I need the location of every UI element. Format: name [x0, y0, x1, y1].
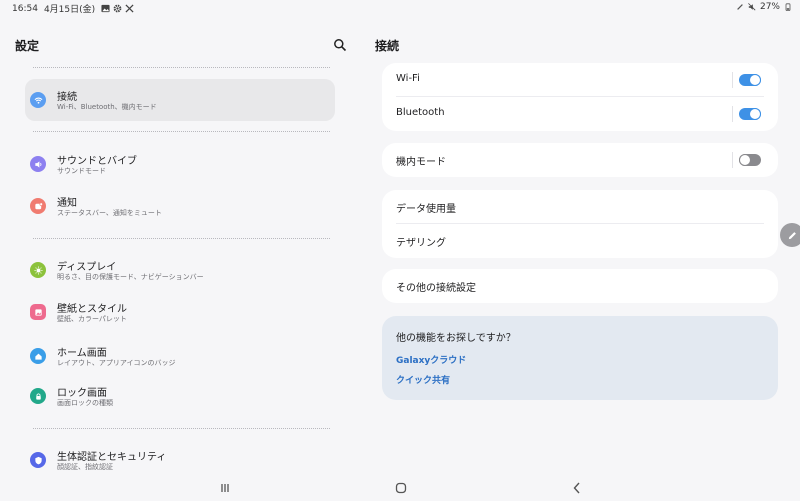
item-label: ディスプレイ — [57, 262, 117, 273]
airplane-row[interactable]: 機内モード — [382, 143, 778, 177]
item-sublabel: サウンドモード — [57, 167, 106, 175]
home-button[interactable] — [393, 480, 409, 494]
bluetooth-label: Bluetooth — [396, 107, 445, 118]
data-usage-row[interactable]: データ使用量 — [382, 190, 778, 224]
quick-share-link[interactable]: クイック共有 — [396, 373, 450, 386]
settings-item-wallpaper[interactable]: 壁紙とスタイル 壁紙、カラーパレット — [25, 291, 335, 333]
divider — [732, 152, 733, 168]
wifi-label: Wi-Fi — [396, 73, 420, 84]
pencil-icon — [788, 231, 796, 239]
wifi-toggle[interactable] — [739, 74, 761, 86]
bluetooth-row[interactable]: Bluetooth — [382, 97, 778, 131]
gallery-icon — [101, 4, 110, 13]
airplane-label: 機内モード — [396, 157, 446, 168]
edit-floating-button[interactable] — [780, 223, 800, 247]
notification-icon — [30, 198, 46, 214]
item-sublabel: 画面ロックの種類 — [57, 399, 113, 407]
page-title: 設定 — [15, 39, 40, 53]
item-sublabel: 顔認証、指紋認証 — [57, 463, 113, 471]
battery-icon — [785, 3, 791, 11]
galaxy-cloud-link[interactable]: Galaxyクラウド — [396, 353, 466, 366]
lock-icon — [30, 388, 46, 404]
shield-icon — [30, 452, 46, 468]
more-connection-settings-row[interactable]: その他の接続設定 — [382, 269, 778, 303]
speaker-icon — [30, 156, 46, 172]
settings-item-sound[interactable]: サウンドとバイブ サウンドモード — [25, 143, 335, 185]
search-icon — [334, 39, 347, 52]
recent-apps-button[interactable] — [217, 480, 233, 494]
tethering-label: テザリング — [396, 238, 446, 249]
item-sublabel: 壁紙、カラーパレット — [57, 315, 127, 323]
divider — [732, 106, 733, 122]
back-button[interactable] — [569, 480, 585, 494]
item-sublabel: Wi-Fi、Bluetooth、機内モード — [57, 103, 157, 111]
gear-icon — [113, 4, 122, 13]
tools-icon — [125, 4, 134, 13]
divider — [33, 131, 330, 132]
mute-icon — [748, 3, 756, 11]
card-data: データ使用量 テザリング — [382, 190, 778, 258]
settings-item-display[interactable]: ディスプレイ 明るさ、目の保護モード、ナビゲーションバー — [25, 249, 335, 291]
image-icon — [30, 304, 46, 320]
item-label: ロック画面 — [57, 388, 107, 399]
toggle-knob — [749, 74, 761, 86]
home-icon — [30, 348, 46, 364]
toggle-knob — [749, 108, 761, 120]
battery-level: 27% — [759, 2, 780, 12]
item-label: 生体認証とセキュリティ — [57, 452, 167, 463]
item-label: 壁紙とスタイル — [57, 304, 127, 315]
status-bar: 16:54 4月15日(金) 27% — [0, 0, 800, 16]
card-more: その他の接続設定 — [382, 269, 778, 303]
suggestion-card: 他の機能をお探しですか？ Galaxyクラウド クイック共有 — [382, 316, 778, 400]
item-label: 接続 — [57, 92, 77, 103]
card-wireless: Wi-Fi Bluetooth — [382, 63, 778, 131]
divider — [33, 238, 330, 239]
settings-item-lock-screen[interactable]: ロック画面 画面ロックの種類 — [25, 375, 335, 417]
card-airplane: 機内モード — [382, 143, 778, 177]
settings-item-home-screen[interactable]: ホーム画面 レイアウト、アプリアイコンのバッジ — [25, 335, 335, 377]
recents-icon — [221, 484, 229, 492]
item-sublabel: レイアウト、アプリアイコンのバッジ — [57, 359, 176, 367]
date: 4月15日(金) — [43, 5, 96, 15]
wifi-row[interactable]: Wi-Fi — [382, 63, 778, 97]
sun-icon — [30, 262, 46, 278]
settings-item-connections[interactable]: 接続 Wi-Fi、Bluetooth、機内モード — [25, 79, 335, 121]
search-button[interactable] — [333, 37, 347, 52]
divider — [33, 428, 330, 429]
item-label: サウンドとバイブ — [57, 156, 137, 167]
clock: 16:54 — [12, 3, 38, 14]
status-left: 16:54 4月15日(金) — [12, 2, 134, 15]
item-label: ホーム画面 — [57, 348, 107, 359]
item-sublabel: ステータスバー、通知をミュート — [57, 209, 162, 217]
suggestion-question: 他の機能をお探しですか？ — [396, 333, 516, 344]
item-label: 通知 — [57, 198, 77, 209]
section-title: 接続 — [375, 39, 400, 53]
home-nav-icon — [395, 482, 407, 494]
pen-icon — [737, 4, 743, 10]
divider — [732, 72, 733, 88]
data-usage-label: データ使用量 — [396, 204, 456, 215]
back-icon — [573, 482, 580, 494]
tethering-row[interactable]: テザリング — [382, 224, 778, 258]
wifi-icon — [30, 92, 46, 108]
settings-item-notifications[interactable]: 通知 ステータスバー、通知をミュート — [25, 185, 335, 227]
settings-item-security[interactable]: 生体認証とセキュリティ 顔認証、指紋認証 — [25, 439, 335, 481]
more-connection-settings-label: その他の接続設定 — [396, 283, 476, 294]
toggle-knob — [739, 154, 751, 166]
status-right: 27% — [736, 2, 792, 12]
divider — [33, 67, 330, 68]
item-sublabel: 明るさ、目の保護モード、ナビゲーションバー — [57, 273, 204, 281]
bluetooth-toggle[interactable] — [739, 108, 761, 120]
airplane-toggle[interactable] — [739, 154, 761, 166]
